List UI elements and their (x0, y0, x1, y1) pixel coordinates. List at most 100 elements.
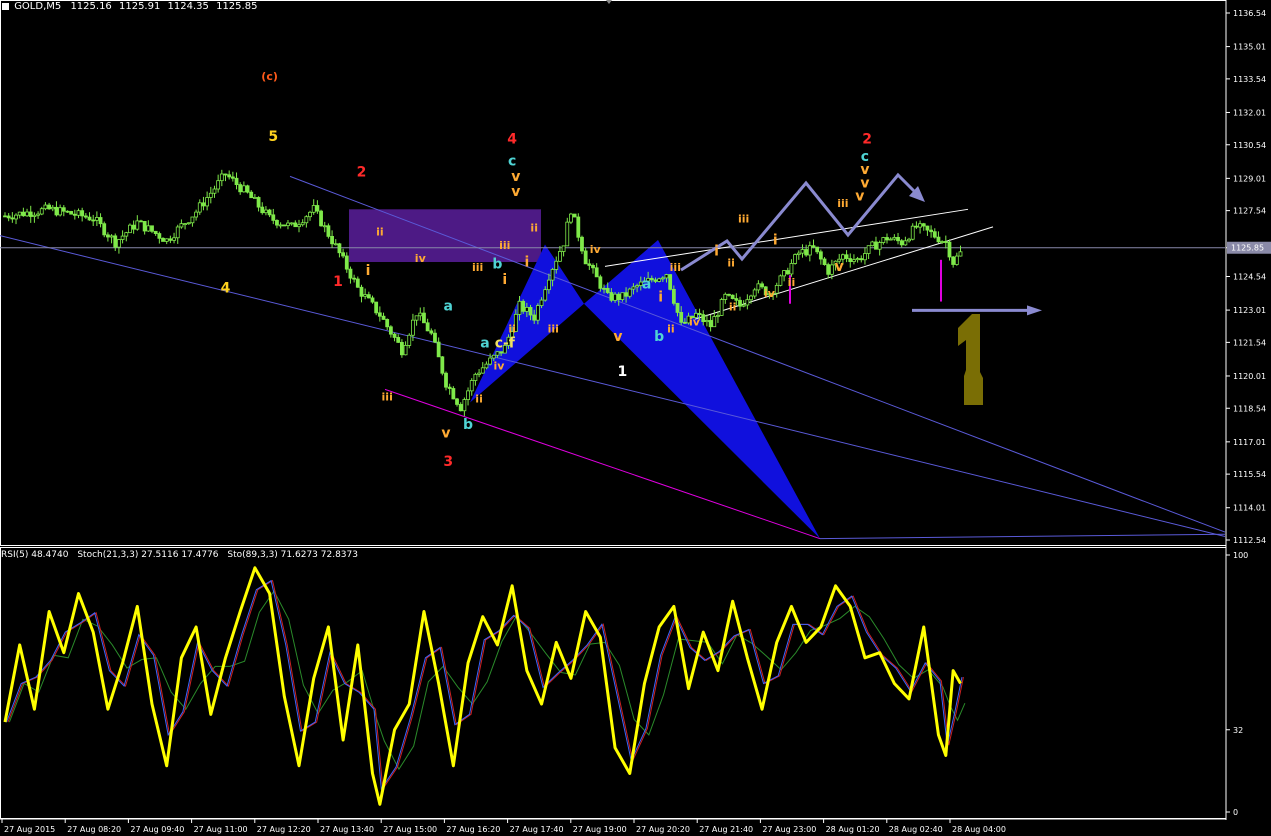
candle-body (723, 293, 728, 300)
chart-background (0, 0, 1271, 836)
candle-body (745, 299, 750, 306)
candle-body (561, 245, 566, 252)
chart-canvas[interactable]: (c)5421iiiiviiiavb3iii b4cvviiiiiiiiia c-f… (0, 0, 1271, 836)
candle-body (870, 241, 875, 247)
candle-body (539, 299, 544, 306)
candle-body (271, 214, 276, 221)
candle-body (914, 225, 919, 228)
candle-body (322, 225, 327, 228)
candle-body (583, 250, 588, 265)
wave-label: iv (689, 316, 701, 329)
candle-body (712, 316, 717, 328)
candle-body (605, 287, 610, 293)
candle-body (477, 372, 481, 375)
candle-body (245, 185, 250, 193)
candle-body (17, 211, 22, 216)
wave-label: iii (670, 261, 681, 274)
candle-body (929, 229, 933, 233)
candle-body (815, 246, 820, 253)
wave-label: i (366, 263, 371, 279)
wave-label: a (443, 298, 452, 314)
candle-body (488, 357, 493, 365)
wave-label: c-f (495, 336, 516, 352)
price-tick-label: 1115.54 (1233, 470, 1266, 479)
candle-body (297, 224, 301, 228)
candle-body (392, 333, 397, 338)
wave-label: iii (499, 239, 510, 252)
time-tick-label: 28 Aug 04:00 (952, 825, 1006, 834)
time-tick-label: 27 Aug 21:40 (699, 825, 753, 834)
wave-label: b (492, 257, 502, 273)
candle-body (411, 319, 415, 336)
candle-body (117, 239, 121, 248)
candle-body (818, 251, 823, 260)
candle-body (102, 223, 107, 236)
candle-body (484, 363, 489, 369)
candle-body (635, 285, 639, 288)
candle-body (947, 241, 952, 258)
candle-body (954, 255, 959, 265)
candle-body (532, 314, 537, 321)
candle-body (54, 206, 59, 216)
wave-label: ii (508, 322, 516, 335)
osc-tick-label: 100 (1233, 551, 1248, 560)
candle-body (778, 275, 783, 286)
candle-body (422, 312, 426, 324)
symbol-header: GOLD,M5 1125.16 1125.91 1124.35 1125.85 (2, 1, 257, 12)
wave-label: iv (493, 360, 505, 373)
candle-body (161, 237, 165, 242)
candle-body (293, 222, 298, 228)
candle-body (569, 213, 573, 223)
rsi-readout: RSI(5) 48.4740 (1, 550, 69, 560)
candle-body (219, 173, 224, 182)
indicator-header: RSI(5) 48.4740 Stoch(21,3,3) 27.5116 17.… (1, 550, 358, 560)
wave-label: iv (415, 252, 427, 265)
osc-tick-label: 32 (1233, 726, 1243, 735)
price-tick-label: 1132.01 (1233, 108, 1266, 117)
candle-body (910, 225, 915, 240)
candle-body (403, 345, 408, 356)
wave-label: 1 (333, 274, 343, 290)
candle-body (958, 251, 963, 257)
wave-label: i (658, 290, 663, 306)
candle-body (708, 320, 713, 328)
candle-body (164, 238, 169, 242)
candle-body (466, 390, 470, 400)
candle-body (602, 287, 606, 290)
expand-icon[interactable] (2, 2, 9, 10)
price-tick-label: 1136.54 (1233, 9, 1266, 18)
wave-label: a (480, 336, 489, 352)
time-tick-label: 27 Aug 20:20 (636, 825, 690, 834)
candle-body (212, 188, 217, 194)
wave-label: b (463, 417, 473, 433)
price-tick-label: 1118.54 (1233, 404, 1266, 413)
candle-body (385, 319, 390, 328)
candle-body (565, 221, 570, 247)
wave-label: v (511, 184, 520, 200)
wave-label: iii (382, 390, 393, 403)
candle-body (730, 294, 735, 299)
current-price-label: 1125.85 (1231, 244, 1264, 253)
wave-label: 2 (862, 131, 872, 147)
price-axis-bg (1226, 0, 1271, 836)
wave-label: 3 (443, 454, 453, 470)
candle-body (249, 191, 254, 199)
candle-body (216, 180, 221, 190)
candle-body (829, 264, 834, 275)
candle-body (804, 249, 809, 256)
candle-body (36, 213, 40, 216)
wave-label: iii (738, 212, 749, 225)
candle-body (796, 252, 801, 255)
candle-body (440, 356, 445, 374)
candle-body (348, 268, 353, 279)
candle-body (91, 219, 96, 222)
wave-label: iii (548, 322, 559, 335)
candle-body (591, 265, 595, 269)
wave-label: i (502, 272, 507, 288)
candle-body (304, 216, 309, 224)
price-tick-label: 1120.01 (1233, 372, 1266, 381)
candle-body (98, 217, 103, 225)
candle-body (907, 238, 911, 242)
wave-label: c (508, 153, 516, 169)
wave-label: iv (590, 243, 602, 256)
